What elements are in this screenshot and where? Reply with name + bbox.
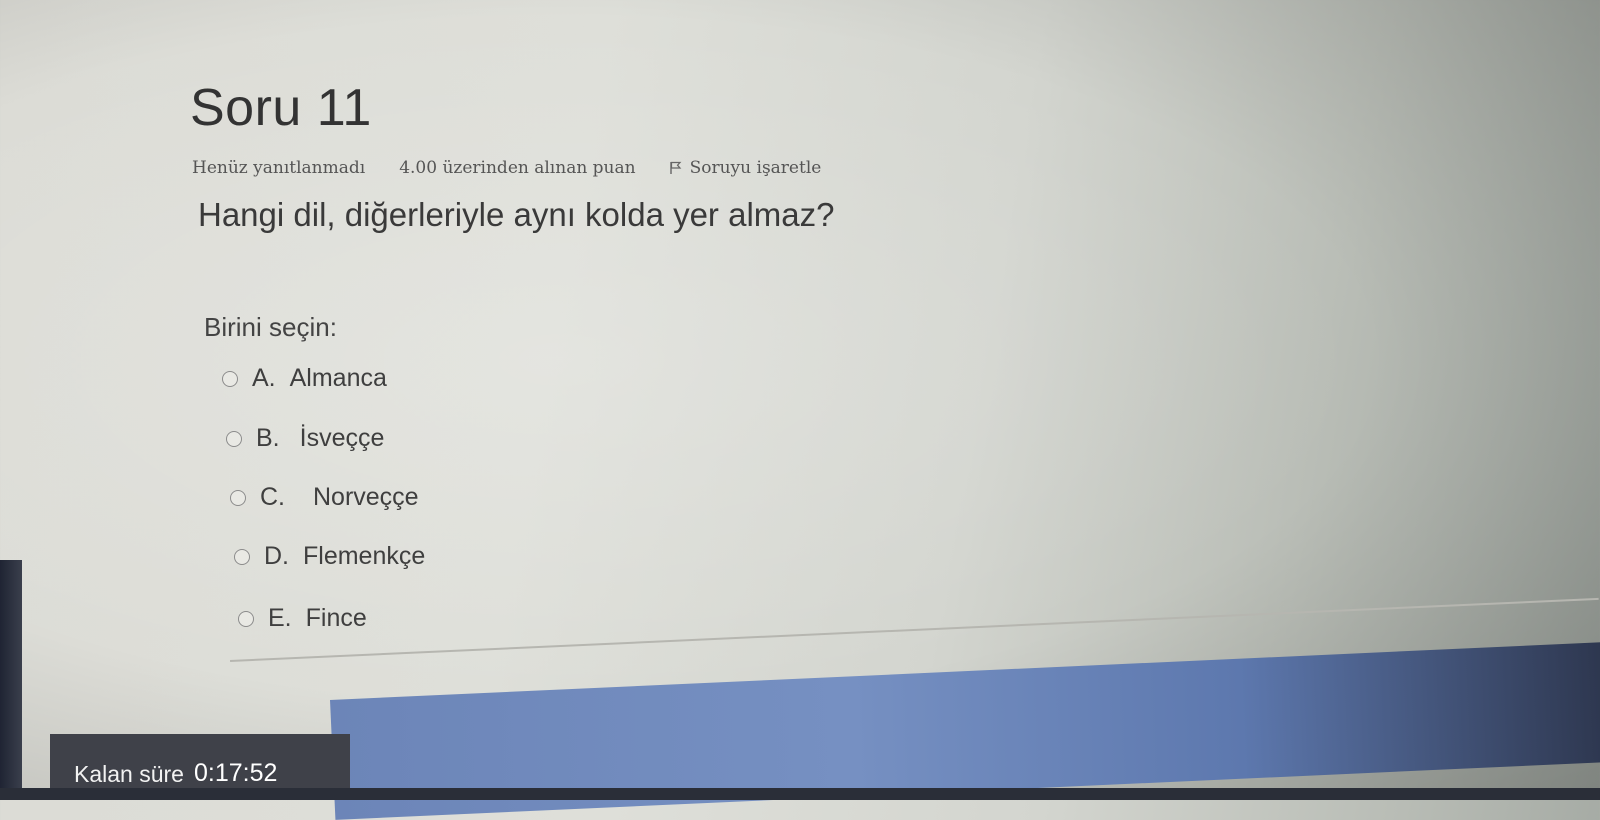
timer-label: Kalan süre (74, 761, 184, 787)
option-label: Flemenkçe (303, 542, 426, 570)
radio-button-icon[interactable] (234, 548, 250, 565)
question-info: Henüz yanıtlanmadı 4.00 üzerinden alınan… (192, 158, 821, 178)
answer-option-c[interactable]: C. Norveççe (230, 483, 419, 512)
option-label: Norveççe (313, 483, 419, 511)
timer-value: 0:17:52 (193, 759, 278, 787)
option-letter: E. (268, 604, 292, 632)
quiz-timer: Kalan süre 0:17:52 (50, 734, 350, 794)
option-label: Fince (305, 604, 367, 632)
option-letter: C. (260, 483, 285, 511)
radio-button-icon[interactable] (238, 610, 254, 627)
answer-option-b[interactable]: B. İsveççe (226, 424, 384, 453)
flag-question-label: Soruyu işaretle (689, 158, 822, 178)
radio-button-icon[interactable] (226, 430, 242, 447)
answer-option-d[interactable]: D. Flemenkçe (234, 542, 425, 571)
option-letter: A. (252, 364, 276, 392)
question-grade: 4.00 üzerinden alınan puan (399, 158, 636, 178)
flag-icon (669, 161, 681, 174)
option-letter: D. (264, 542, 289, 570)
question-status: Henüz yanıtlanmadı (192, 158, 366, 178)
monitor-bottom-edge (0, 788, 1600, 800)
radio-button-icon[interactable] (230, 489, 246, 506)
option-letter: B. (256, 424, 280, 452)
option-label: Almanca (289, 364, 387, 392)
question-text: Hangi dil, diğerleriyle aynı kolda yer a… (198, 196, 835, 233)
answer-option-e[interactable]: E. Fince (238, 604, 367, 633)
option-label: İsveççe (299, 424, 385, 452)
question-number: Soru 11 (190, 79, 372, 137)
answer-option-a[interactable]: A. Almanca (222, 364, 387, 393)
radio-button-icon[interactable] (222, 370, 238, 387)
answer-prompt: Birini seçin: (204, 312, 337, 342)
flag-question-link[interactable]: Soruyu işaretle (669, 158, 822, 178)
